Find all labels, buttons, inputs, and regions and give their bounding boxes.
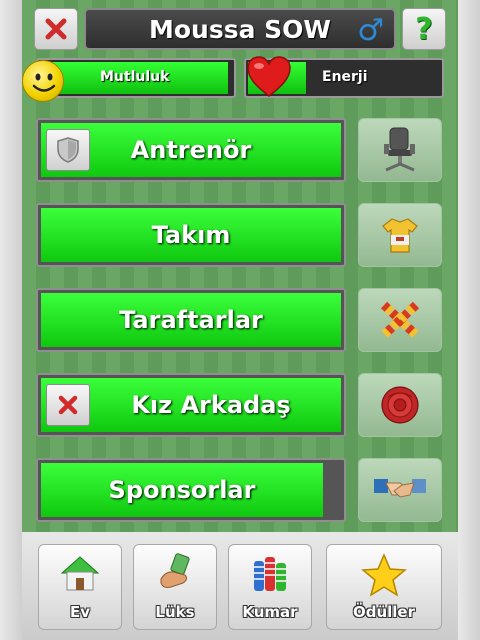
left-frame bbox=[0, 0, 22, 640]
girlfriend-button[interactable]: Kız Arkadaş bbox=[36, 373, 346, 437]
male-gender-icon: ♂ bbox=[357, 13, 384, 48]
question-mark-icon: ? bbox=[415, 11, 433, 47]
coach-button[interactable]: Antrenör bbox=[36, 118, 346, 182]
close-icon bbox=[58, 395, 78, 415]
row-fill: Sponsorlar bbox=[41, 463, 324, 517]
sponsors-handshake-tile[interactable] bbox=[358, 458, 442, 522]
sponsors-label: Sponsorlar bbox=[108, 476, 256, 504]
girlfriend-label: Kız Arkadaş bbox=[131, 391, 291, 419]
heart-icon bbox=[246, 55, 292, 103]
row-fill: Takım bbox=[41, 208, 341, 262]
help-button[interactable]: ? bbox=[402, 8, 446, 50]
scarf-icon bbox=[380, 301, 420, 339]
smiley-face-icon bbox=[22, 60, 64, 102]
player-name: Moussa SOW bbox=[148, 14, 332, 44]
rose-icon bbox=[381, 386, 419, 424]
star-icon bbox=[361, 553, 407, 597]
energy-label: Enerji bbox=[322, 69, 368, 85]
poker-chips-icon bbox=[254, 557, 286, 591]
row-fill: Taraftarlar bbox=[41, 293, 341, 347]
fans-scarf-tile[interactable] bbox=[358, 288, 442, 352]
house-icon bbox=[60, 556, 100, 591]
right-frame bbox=[458, 0, 480, 640]
jersey-icon bbox=[382, 218, 418, 253]
coach-chair-tile[interactable] bbox=[358, 118, 442, 182]
happiness-label: Mutluluk bbox=[100, 69, 170, 85]
girlfriend-remove-button[interactable] bbox=[46, 384, 90, 426]
close-button[interactable] bbox=[34, 8, 78, 50]
app-screen: Moussa SOW ♂ ? Mutluluk Enerji Antrenör bbox=[22, 0, 458, 640]
coach-shield-button[interactable] bbox=[46, 129, 90, 171]
fans-button[interactable]: Taraftarlar bbox=[36, 288, 346, 352]
money-hand-icon bbox=[160, 553, 190, 588]
player-name-bar: Moussa SOW ♂ bbox=[84, 8, 396, 50]
team-label: Takım bbox=[151, 221, 231, 249]
nav-awards-label: Ödüller bbox=[352, 603, 416, 621]
team-jersey-tile[interactable] bbox=[358, 203, 442, 267]
nav-luxury-label: Lüks bbox=[155, 603, 195, 621]
happiness-meter: Mutluluk bbox=[36, 58, 236, 98]
nav-gamble-button[interactable]: Kumar bbox=[228, 544, 312, 630]
shield-icon bbox=[57, 137, 79, 163]
bottom-nav: Ev Lüks Kumar Ödüller bbox=[22, 532, 458, 640]
nav-gamble-label: Kumar bbox=[242, 603, 298, 621]
close-icon bbox=[45, 18, 67, 40]
fans-label: Taraftarlar bbox=[119, 306, 263, 334]
girlfriend-rose-tile[interactable] bbox=[358, 373, 442, 437]
coach-label: Antrenör bbox=[130, 136, 252, 164]
handshake-icon bbox=[374, 479, 426, 498]
nav-luxury-button[interactable]: Lüks bbox=[133, 544, 217, 630]
nav-home-button[interactable]: Ev bbox=[38, 544, 122, 630]
team-button[interactable]: Takım bbox=[36, 203, 346, 267]
sponsors-button[interactable]: Sponsorlar bbox=[36, 458, 346, 522]
nav-home-label: Ev bbox=[69, 603, 91, 621]
office-chair-icon bbox=[384, 127, 415, 172]
nav-awards-button[interactable]: Ödüller bbox=[326, 544, 442, 630]
